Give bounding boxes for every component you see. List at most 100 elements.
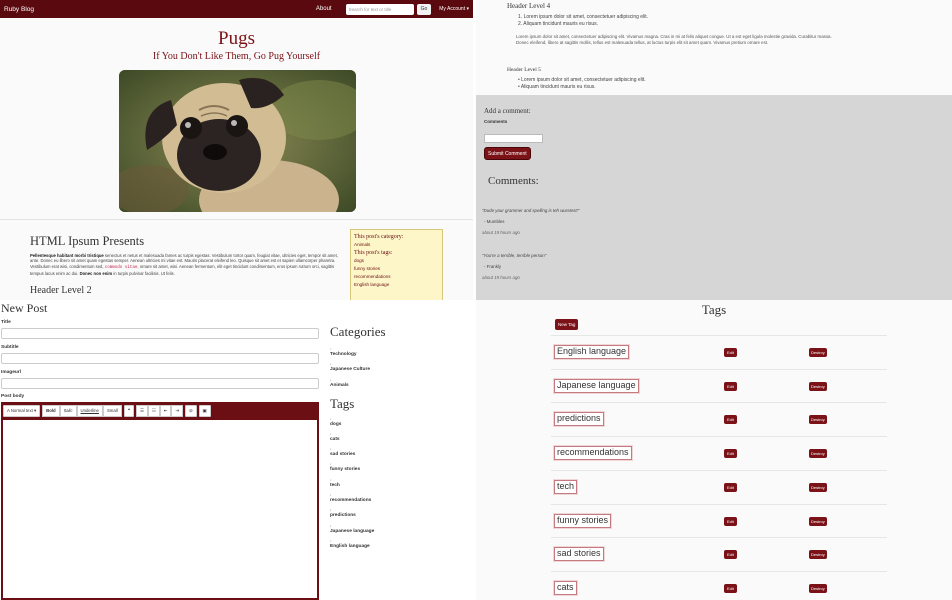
- tag-option[interactable]: funny stories: [330, 462, 360, 472]
- bold-button[interactable]: Bold: [42, 405, 60, 417]
- editor-toolbar: A Normal text ▾ Bold Italic Underline Sm…: [1, 402, 319, 420]
- destroy-button[interactable]: Destroy: [809, 449, 827, 458]
- tag-name[interactable]: sad stories: [554, 547, 604, 561]
- tag-name[interactable]: recommendations: [554, 446, 632, 460]
- tag-option[interactable]: Japanese language: [330, 524, 374, 534]
- post-body-label: Post body: [1, 394, 25, 399]
- subtitle-label: Subtitle: [1, 345, 19, 350]
- italic-button[interactable]: Italic: [59, 405, 77, 417]
- submit-comment-button[interactable]: Submit Comment: [484, 147, 531, 160]
- category-label: This post's category:: [354, 234, 404, 240]
- category-option[interactable]: Technology: [330, 347, 357, 357]
- comment-text: "You're a terrible, terrible person": [482, 253, 547, 258]
- comment: "You're a terrible, terrible person" - F…: [482, 253, 546, 280]
- tag-link[interactable]: funny stories: [354, 265, 439, 273]
- list-item: 2. Aliquam tincidunt mauris eu risus.: [518, 20, 599, 27]
- tag-option[interactable]: sad stories: [330, 447, 355, 457]
- destroy-button[interactable]: Destroy: [809, 517, 827, 526]
- tag-row: tech Edit Destroy: [551, 470, 887, 503]
- unordered-list: • Lorem ipsum dolor sit amet, consectetu…: [518, 77, 646, 90]
- text-style-dropdown[interactable]: A Normal text ▾: [3, 405, 41, 417]
- edit-button[interactable]: Edit: [724, 550, 737, 559]
- ordered-list: 1. Lorem ipsum dolor sit amet, consectet…: [518, 14, 648, 27]
- subtitle-input[interactable]: [1, 353, 319, 364]
- edit-button[interactable]: Edit: [724, 517, 737, 526]
- quote-icon[interactable]: ❝: [123, 405, 134, 417]
- tag-option[interactable]: predictions: [330, 508, 356, 518]
- edit-button[interactable]: Edit: [724, 415, 737, 424]
- post-meta-box: This post's category: Animals This post'…: [350, 229, 443, 300]
- title-input[interactable]: [1, 328, 319, 339]
- header-level-4: Header Level 4: [507, 2, 551, 10]
- comments-heading: Comments:: [488, 175, 539, 187]
- destroy-button[interactable]: Destroy: [809, 483, 827, 492]
- comment-text: "Dude your grammer and spelling is teh w…: [482, 208, 580, 213]
- categories-heading: Categories: [330, 324, 386, 339]
- tags-heading: Tags: [701, 302, 727, 317]
- tag-row: predictions Edit Destroy: [551, 402, 887, 435]
- tag-link[interactable]: recommendations: [354, 273, 439, 281]
- new-tag-button[interactable]: New Tag: [555, 319, 579, 330]
- account-menu[interactable]: My Account ▾: [439, 6, 469, 12]
- category-option[interactable]: Animals: [330, 378, 349, 388]
- list-item: • Aliquam tincidunt mauris eu risus.: [518, 83, 596, 90]
- tag-link[interactable]: dogs: [354, 257, 439, 265]
- destroy-button[interactable]: Destroy: [809, 348, 827, 357]
- new-post-heading: New Post: [1, 301, 48, 315]
- tag-name[interactable]: predictions: [554, 412, 604, 426]
- search-go-button[interactable]: Go: [416, 3, 432, 15]
- tag-name[interactable]: Japanese language: [554, 379, 639, 393]
- edit-button[interactable]: Edit: [724, 449, 737, 458]
- navbar: Ruby Blog About Search for text or title…: [0, 0, 473, 18]
- nav-about-link[interactable]: About: [316, 6, 332, 12]
- tag-row: recommendations Edit Destroy: [551, 436, 887, 469]
- destroy-button[interactable]: Destroy: [809, 584, 827, 593]
- comment-input[interactable]: [484, 134, 543, 143]
- small-button[interactable]: Small: [102, 405, 122, 417]
- tag-link[interactable]: English language: [354, 281, 439, 289]
- tags-admin-panel: Tags New Tag English language Edit Destr…: [476, 300, 952, 600]
- tag-row: Japanese language Edit Destroy: [551, 369, 887, 402]
- search-input[interactable]: Search for text or title: [345, 3, 414, 15]
- add-comment-heading: Add a comment:: [484, 107, 531, 115]
- post-title: Pugs: [218, 28, 255, 49]
- destroy-button[interactable]: Destroy: [809, 550, 827, 559]
- imageurl-label: Imageurl: [1, 370, 21, 375]
- tag-option[interactable]: tech: [330, 478, 340, 488]
- unordered-list-icon[interactable]: ☰: [136, 405, 148, 417]
- edit-button[interactable]: Edit: [724, 584, 737, 593]
- imageurl-input[interactable]: [1, 378, 319, 389]
- image-icon[interactable]: ▣: [198, 405, 211, 417]
- tag-name[interactable]: English language: [554, 345, 630, 359]
- category-link[interactable]: Animals: [354, 241, 439, 249]
- post-subtitle: If You Don't Like Them, Go Pug Yourself: [152, 51, 321, 62]
- tag-name[interactable]: tech: [554, 480, 578, 494]
- header-level-5: Header Level 5: [507, 67, 541, 73]
- tag-row: English language Edit Destroy: [551, 335, 887, 368]
- tags-heading: Tags: [330, 396, 355, 411]
- tag-name[interactable]: cats: [554, 581, 577, 595]
- tag-option[interactable]: recommendations: [330, 493, 371, 503]
- edit-button[interactable]: Edit: [724, 348, 737, 357]
- new-post-panel: New Post Title Subtitle Imageurl Post bo…: [0, 300, 473, 600]
- outdent-icon[interactable]: ⇤: [159, 405, 172, 417]
- underline-button[interactable]: Underline: [76, 405, 103, 417]
- destroy-button[interactable]: Destroy: [809, 415, 827, 424]
- category-option[interactable]: Japanese Culture: [330, 362, 370, 372]
- comment-section: Add a comment: Comments Submit Comment C…: [476, 95, 952, 300]
- comment-time: about 19 hours ago: [482, 275, 520, 280]
- tag-name[interactable]: funny stories: [554, 514, 612, 528]
- edit-button[interactable]: Edit: [724, 483, 737, 492]
- indent-icon[interactable]: ⇥: [171, 405, 183, 417]
- edit-button[interactable]: Edit: [724, 382, 737, 391]
- destroy-button[interactable]: Destroy: [809, 382, 827, 391]
- post-body-editor[interactable]: [1, 420, 319, 600]
- brand-link[interactable]: Ruby Blog: [4, 6, 34, 13]
- tag-option[interactable]: cats: [330, 432, 340, 442]
- tag-option[interactable]: dogs: [330, 417, 341, 427]
- ordered-list-icon[interactable]: ☷: [147, 405, 160, 417]
- comments-panel: Header Level 4 1. Lorem ipsum dolor sit …: [476, 0, 952, 300]
- article-subheading: Header Level 2: [30, 285, 92, 296]
- tag-option[interactable]: English language: [330, 539, 370, 549]
- link-icon[interactable]: ⊘: [184, 405, 197, 417]
